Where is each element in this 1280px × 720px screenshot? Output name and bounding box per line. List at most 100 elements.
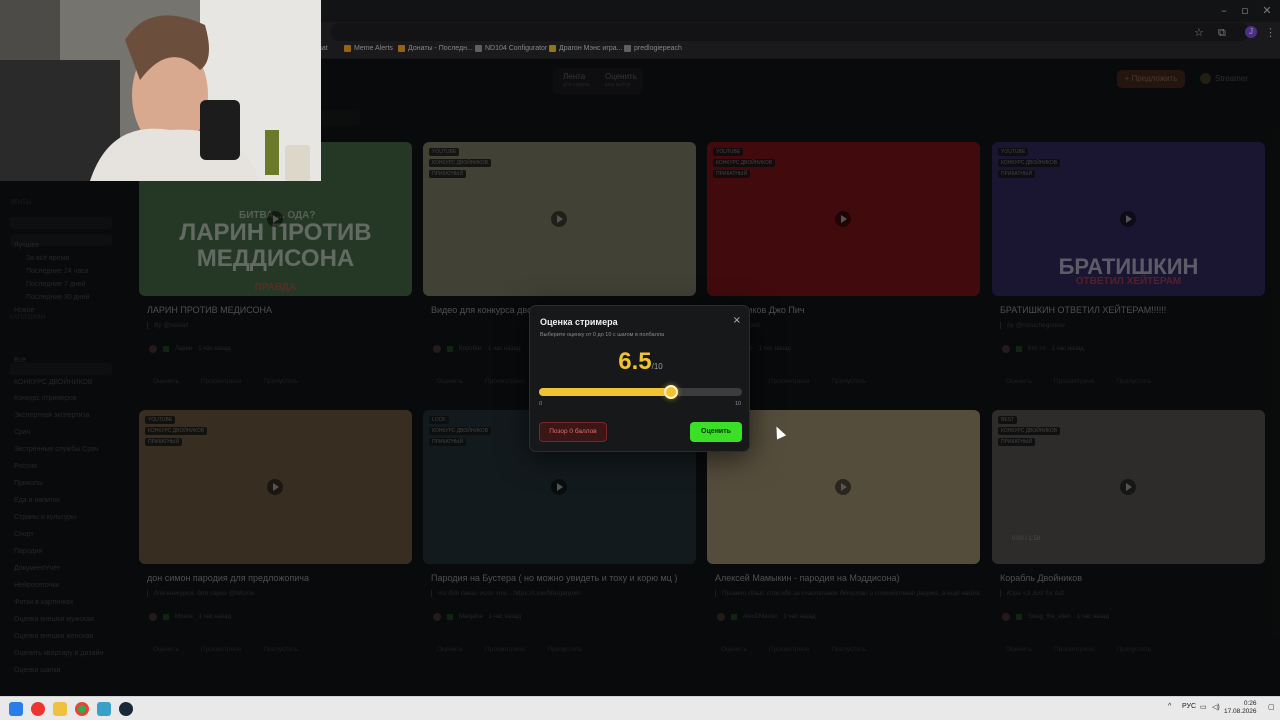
viewed-action[interactable]: Просмотрено (769, 378, 810, 385)
close-icon[interactable]: × (733, 315, 741, 326)
video-card[interactable]: YOUTUBE КОНКУРС ДВОЙНИКОВ ПРИКАТНЫЙ дон сим… (139, 410, 412, 660)
video-thumbnail[interactable]: YOUTUBE КОНКУРС ДВОЙНИКОВ ПРИКАТНЫЙ (423, 142, 696, 296)
sidebar-item[interactable]: Срач (14, 429, 30, 436)
viewed-action[interactable]: Просмотрено (485, 646, 526, 653)
language-indicator[interactable]: РУС (1182, 703, 1196, 710)
sidebar-item[interactable]: Страны и культуры (14, 514, 76, 521)
sidebar-item[interactable]: Еда и напитки (14, 497, 60, 504)
rate-button[interactable]: Оценить (690, 422, 742, 442)
author-name[interactable]: Мозон (175, 614, 193, 620)
card-title[interactable]: Пародия на Бустера ( но можно увидеть и … (431, 573, 677, 583)
rate-action[interactable]: Оценить (437, 378, 463, 385)
card-title[interactable]: ЛАРИН ПРОТИВ МЕДИСОНА (147, 305, 272, 315)
close-window-icon[interactable]: ✕ (1257, 4, 1277, 17)
minimize-icon[interactable]: – (1214, 4, 1234, 17)
sidebar-item[interactable]: Экстренные службы Срач (14, 446, 99, 453)
video-card[interactable]: BEST КОНКУРС ДВОЙНИКОВ ПРИКАТНЫЙ 0:00 / 1:5… (992, 410, 1265, 660)
shame-zero-button[interactable]: Позор 0 баллов (539, 422, 607, 442)
tab-feed[interactable]: Лента для стрима (563, 72, 590, 88)
video-thumbnail[interactable]: BEST КОНКУРС ДВОЙНИКОВ ПРИКАТНЫЙ 0:00 / 1:5… (992, 410, 1265, 564)
author-name[interactable]: Кто-то (1028, 346, 1046, 352)
play-icon[interactable] (835, 479, 851, 495)
system-clock[interactable]: 0:26 17.08.2026 (1224, 700, 1257, 716)
video-thumbnail[interactable]: YOUTUBE КОНКУРС ДВОЙНИКОВ ПРИКАТНЫЙ (139, 410, 412, 564)
suggest-button[interactable]: + Предложить (1117, 70, 1185, 88)
browser-menu-icon[interactable]: ⋮ (1265, 26, 1276, 39)
sidebar-item[interactable]: Спорт (14, 531, 34, 538)
card-title[interactable]: Видео для конкурса дво... (431, 305, 540, 315)
sidebar-item[interactable]: Оценка внешки мужская (14, 616, 94, 623)
viewed-action[interactable]: Просмотрено (485, 378, 526, 385)
rate-action[interactable]: Оценить (153, 646, 179, 653)
sidebar-item[interactable]: Конкурс стримеров (14, 395, 76, 402)
play-icon[interactable] (1120, 211, 1136, 227)
video-card[interactable]: БРАТИШКИН ОТВЕТИЛ ХЕЙТЕРАМ YOUTUBE КОНКУРС … (992, 142, 1265, 392)
app-icon[interactable] (97, 702, 111, 716)
sidebar-item[interactable]: Приколы (14, 480, 43, 487)
rate-action[interactable]: Оценить (1006, 646, 1032, 653)
skip-action[interactable]: Пропустить (263, 646, 298, 653)
author-name[interactable]: Margane (459, 614, 483, 620)
author-name[interactable]: Ларин (175, 346, 192, 352)
windows-start-icon[interactable] (9, 702, 23, 716)
sidebar-item[interactable]: Оценка шапки (14, 667, 60, 674)
sidebar-item[interactable]: Россия (14, 463, 37, 470)
card-title[interactable]: Алексей Мамыкин - пародия на Мэддисона) (715, 573, 899, 583)
card-title[interactable]: БРАТИШКИН ОТВЕТИЛ ХЕЙТЕРАМ!!!!!! (1000, 305, 1166, 315)
sidebar-item[interactable]: Последние 24 часа (26, 268, 89, 275)
bookmark-item[interactable]: Драгон Мэнс игра... (549, 45, 623, 52)
notifications-icon[interactable]: ▢ (1268, 703, 1275, 711)
viewed-action[interactable]: Просмотрено (201, 646, 242, 653)
sidebar-item[interactable]: За всё время (26, 255, 69, 262)
sidebar-item[interactable]: Всё (14, 357, 26, 364)
play-icon[interactable] (1120, 479, 1136, 495)
play-icon[interactable] (551, 211, 567, 227)
extensions-icon[interactable]: ⧉ (1218, 26, 1226, 40)
card-title[interactable]: Корабль Двойников (1000, 573, 1082, 583)
play-icon[interactable] (551, 479, 567, 495)
tray-chevron-icon[interactable]: ^ (1168, 703, 1171, 710)
video-thumbnail[interactable]: БРАТИШКИН ОТВЕТИЛ ХЕЙТЕРАМ YOUTUBE КОНКУРС … (992, 142, 1265, 296)
rate-action[interactable]: Оценить (437, 646, 463, 653)
author-name[interactable]: AlexDMaster (743, 614, 777, 620)
chrome-icon[interactable] (75, 702, 89, 716)
viewed-action[interactable]: Просмотрено (201, 378, 242, 385)
skip-action[interactable]: Пропустить (547, 646, 582, 653)
tab-rate[interactable]: Оценить ваш выбор (605, 72, 637, 88)
sidebar-item[interactable]: Новое (14, 307, 34, 314)
maximize-icon[interactable]: ▫ (1235, 4, 1255, 17)
card-title[interactable]: дон симон пародия для предложопича (147, 573, 309, 583)
skip-action[interactable]: Пропустить (831, 646, 866, 653)
sidebar-item[interactable]: Последние 7 дней (26, 281, 86, 288)
sidebar-item[interactable]: Пародии (14, 548, 42, 555)
star-bookmark-icon[interactable]: ☆ (1194, 26, 1204, 39)
sidebar-item[interactable]: Оценить квартиру и дизайн (14, 650, 103, 657)
file-explorer-icon[interactable] (53, 702, 67, 716)
skip-action[interactable]: Пропустить (1116, 378, 1151, 385)
network-icon[interactable]: ▭ (1200, 703, 1207, 711)
play-icon[interactable] (267, 211, 283, 227)
viewed-action[interactable]: Просмотрено (1054, 378, 1095, 385)
sidebar-item[interactable]: ДокументУчёт (14, 565, 60, 572)
rate-action[interactable]: Оценить (721, 646, 747, 653)
rate-action[interactable]: Оценить (153, 378, 179, 385)
play-icon[interactable] (835, 211, 851, 227)
author-name[interactable]: Коробок (459, 346, 482, 352)
profile-avatar[interactable]: J (1245, 26, 1257, 38)
sidebar-item[interactable]: Экспертная экспертиза (14, 412, 90, 419)
bookmark-item[interactable]: Meme Alerts (344, 45, 393, 52)
play-icon[interactable] (267, 479, 283, 495)
sidebar-item[interactable]: Последние 30 дней (26, 294, 89, 301)
skip-action[interactable]: Пропустить (1116, 646, 1151, 653)
author-name[interactable]: Swag_the_alien (1028, 614, 1071, 620)
viewed-action[interactable]: Просмотрено (769, 646, 810, 653)
skip-action[interactable]: Пропустить (831, 378, 866, 385)
score-slider[interactable] (539, 385, 742, 399)
sidebar-item[interactable]: Оценка внешки женская (14, 633, 93, 640)
user-avatar[interactable] (1200, 73, 1211, 84)
sidebar-item[interactable]: Лучшее (14, 242, 39, 249)
user-name[interactable]: Streamer (1215, 74, 1248, 83)
sidebar-item[interactable]: КОНКУРС ДВОЙНИКОВ (14, 379, 93, 386)
yandex-browser-icon[interactable] (31, 702, 45, 716)
bookmark-item[interactable]: ND104 Configurator (475, 45, 547, 52)
